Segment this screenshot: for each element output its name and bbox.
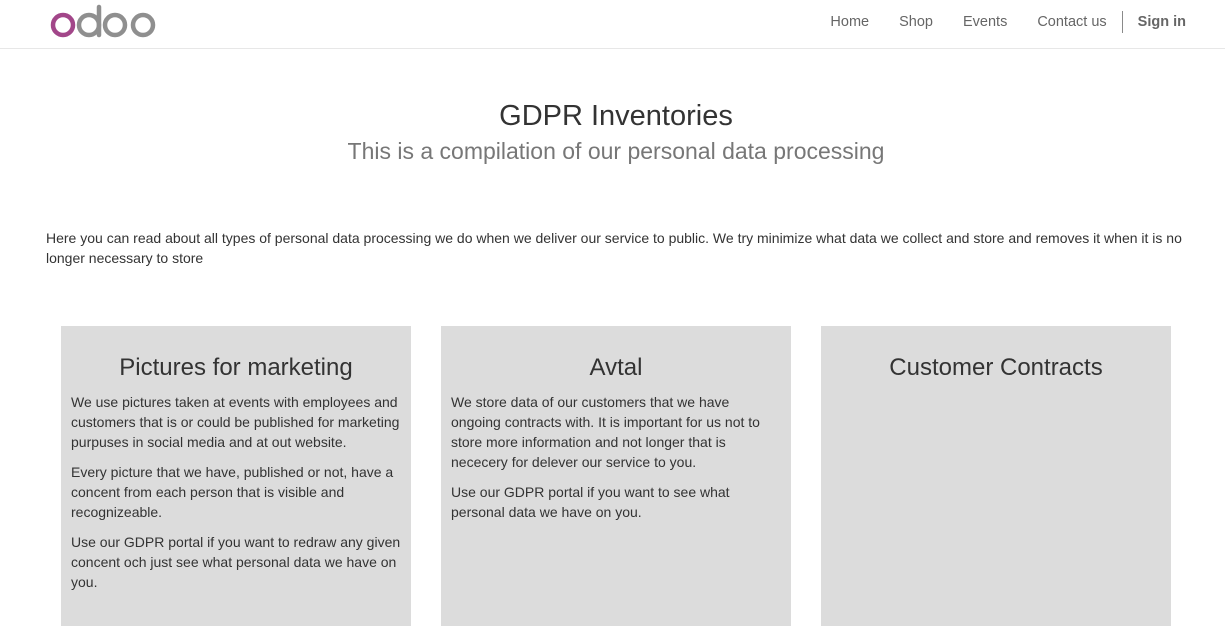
nav-item-home[interactable]: Home [830, 14, 869, 30]
card-avtal: Avtal We store data of our customers tha… [441, 326, 791, 626]
nav-menu: Home Shop Events Contact us Sign in [800, 0, 1186, 44]
sign-in-link[interactable]: Sign in [1138, 14, 1186, 30]
nav-item-events[interactable]: Events [963, 14, 1007, 30]
card-title: Customer Contracts [889, 354, 1103, 381]
nav-divider [1121, 11, 1123, 33]
page-title: GDPR Inventories [499, 100, 733, 132]
card-paragraph: Use our GDPR portal if you want to redra… [71, 534, 401, 590]
card-paragraph: We store data of our customers that we h… [451, 394, 760, 470]
card-title: Pictures for marketing [119, 354, 353, 381]
card-paragraph: Use our GDPR portal if you want to see w… [451, 484, 730, 520]
intro-text: Here you can read about all types of per… [46, 230, 1182, 266]
nav-item-shop[interactable]: Shop [899, 14, 933, 30]
nav-item-contact-us[interactable]: Contact us [1037, 14, 1106, 30]
odoo-logo[interactable] [49, 3, 159, 39]
card-customer-contracts: Customer Contracts [821, 326, 1171, 626]
page-subtitle: This is a compilation of our personal da… [347, 138, 885, 164]
card-paragraph: We use pictures taken at events with emp… [71, 394, 400, 450]
card-paragraph: Every picture that we have, published or… [71, 464, 394, 520]
card-title: Avtal [589, 354, 643, 381]
card-pictures-for-marketing: Pictures for marketing We use pictures t… [61, 326, 411, 626]
top-navbar: Home Shop Events Contact us Sign in [0, 0, 1225, 49]
hero-section: GDPR Inventories This is a compilation o… [0, 96, 1225, 166]
